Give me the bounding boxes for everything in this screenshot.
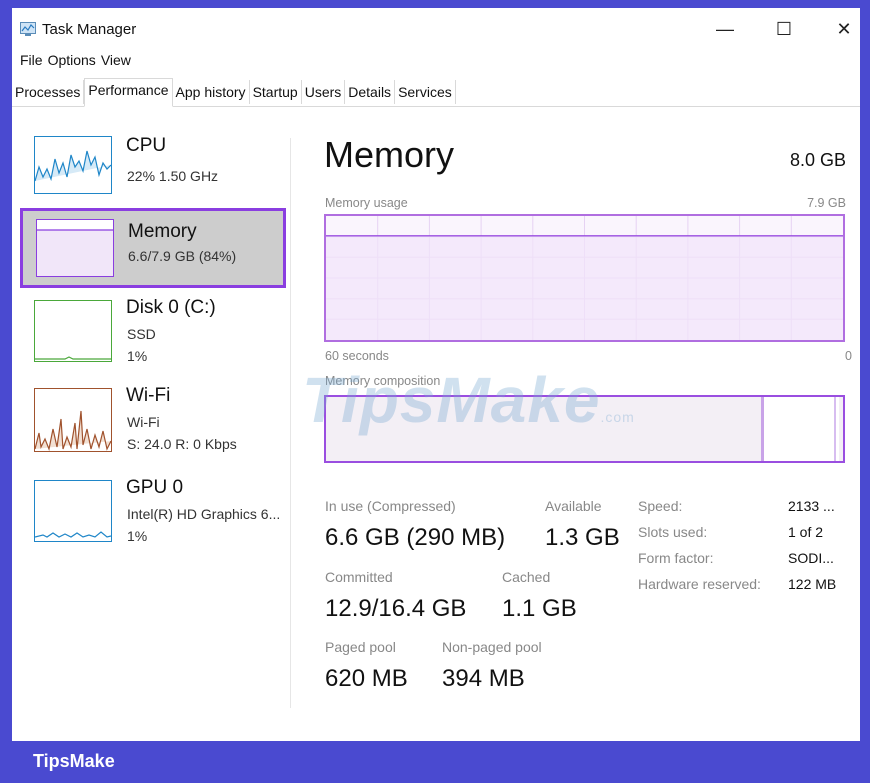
non-paged-pool-value: 394 MB xyxy=(442,665,525,692)
disk-type: SSD xyxy=(127,326,156,342)
memory-usage-graph xyxy=(324,214,845,342)
memory-usage-label: Memory usage xyxy=(325,196,408,210)
gpu-label: GPU 0 xyxy=(126,477,184,498)
page-title: Memory xyxy=(324,134,455,175)
tab-details[interactable]: Details xyxy=(345,80,396,104)
wifi-throughput: S: 24.0 R: 0 Kbps xyxy=(127,436,237,452)
window-title: Task Manager xyxy=(42,21,137,38)
watermark-text: TipsMake xyxy=(302,364,601,436)
gpu-thumbnail-graph xyxy=(34,480,112,542)
available-label: Available xyxy=(545,498,602,514)
sidebar-item-memory[interactable]: Memory 6.6/7.9 GB (84%) xyxy=(20,208,286,288)
disk-thumbnail-graph xyxy=(34,300,112,362)
memory-thumbnail-graph xyxy=(36,219,114,277)
minimize-button[interactable]: — xyxy=(698,14,752,44)
wifi-label: Wi-Fi xyxy=(126,385,171,406)
composition-free-divider xyxy=(834,397,836,461)
paged-pool-value: 620 MB xyxy=(325,665,408,692)
watermark: TipsMake.com xyxy=(302,363,635,437)
disk-label: Disk 0 (C:) xyxy=(126,297,216,318)
disk-usage: 1% xyxy=(127,348,148,364)
cpu-thumbnail-graph xyxy=(34,136,112,194)
title-bar[interactable]: Task Manager — ☐ ✕ xyxy=(12,8,860,48)
tab-startup[interactable]: Startup xyxy=(249,80,302,104)
tab-services[interactable]: Services xyxy=(395,80,456,104)
slots-used-label: Slots used: xyxy=(638,524,708,540)
graph-time-end: 0 xyxy=(845,349,852,363)
sidebar-item-wifi[interactable]: Wi-Fi Wi-Fi S: 24.0 R: 0 Kbps xyxy=(20,380,286,460)
pane-divider[interactable] xyxy=(290,138,291,708)
menu-file[interactable]: File xyxy=(20,52,48,72)
task-manager-window: Task Manager — ☐ ✕ File Options View Pro… xyxy=(12,8,860,741)
gpu-model: Intel(R) HD Graphics 6... xyxy=(127,506,281,522)
wifi-thumbnail-graph xyxy=(34,388,112,452)
close-button[interactable]: ✕ xyxy=(817,14,860,44)
speed-label: Speed: xyxy=(638,498,683,514)
in-use-label: In use (Compressed) xyxy=(325,498,456,514)
brand-label: TipsMake xyxy=(33,751,115,771)
committed-label: Committed xyxy=(325,569,393,585)
memory-total: 8.0 GB xyxy=(789,150,846,170)
available-value: 1.3 GB xyxy=(545,524,620,551)
form-factor-label: Form factor: xyxy=(638,550,714,566)
menu-bar: File Options View xyxy=(20,52,136,72)
form-factor-value: SODI... xyxy=(788,550,834,566)
slots-used-value: 1 of 2 xyxy=(788,524,824,540)
menu-options[interactable]: Options xyxy=(48,52,101,72)
cpu-usage: 22% 1.50 GHz xyxy=(127,168,219,184)
graph-time-span: 60 seconds xyxy=(325,349,389,363)
memory-label: Memory xyxy=(128,221,197,242)
in-use-value: 6.6 GB (290 MB) xyxy=(325,524,506,551)
paged-pool-label: Paged pool xyxy=(325,639,396,655)
speed-value: 2133 ... xyxy=(788,498,835,514)
gpu-usage: 1% xyxy=(127,528,148,544)
task-manager-icon xyxy=(20,22,36,36)
sidebar-item-gpu[interactable]: GPU 0 Intel(R) HD Graphics 6... 1% xyxy=(20,472,286,552)
brand-bar xyxy=(0,741,870,783)
tab-app-history[interactable]: App history xyxy=(172,80,250,104)
menu-view[interactable]: View xyxy=(101,52,136,72)
tab-performance[interactable]: Performance xyxy=(84,78,173,107)
hardware-reserved-label: Hardware reserved: xyxy=(638,576,761,592)
wifi-adapter: Wi-Fi xyxy=(127,414,160,430)
maximize-button[interactable]: ☐ xyxy=(757,14,811,44)
cached-label: Cached xyxy=(502,569,551,585)
sidebar-item-disk[interactable]: Disk 0 (C:) SSD 1% xyxy=(20,292,286,372)
memory-usage: 6.6/7.9 GB (84%) xyxy=(128,248,237,264)
tab-processes[interactable]: Processes xyxy=(12,80,85,104)
committed-value: 12.9/16.4 GB xyxy=(325,595,467,622)
tab-users[interactable]: Users xyxy=(301,80,346,104)
hardware-reserved-value: 122 MB xyxy=(788,576,837,592)
non-paged-pool-label: Non-paged pool xyxy=(442,639,542,655)
memory-usage-fill xyxy=(326,235,843,340)
sidebar-item-cpu[interactable]: CPU 22% 1.50 GHz xyxy=(20,130,286,210)
cached-value: 1.1 GB xyxy=(502,595,577,622)
tab-strip: Processes Performance App history Startu… xyxy=(12,78,860,107)
memory-usage-max: 7.9 GB xyxy=(807,196,846,210)
watermark-suffix: .com xyxy=(600,409,635,425)
composition-free-segment xyxy=(764,397,839,461)
resource-list: CPU 22% 1.50 GHz Memory 6.6/7.9 GB (84%)… xyxy=(12,108,292,741)
cpu-label: CPU xyxy=(126,135,167,156)
